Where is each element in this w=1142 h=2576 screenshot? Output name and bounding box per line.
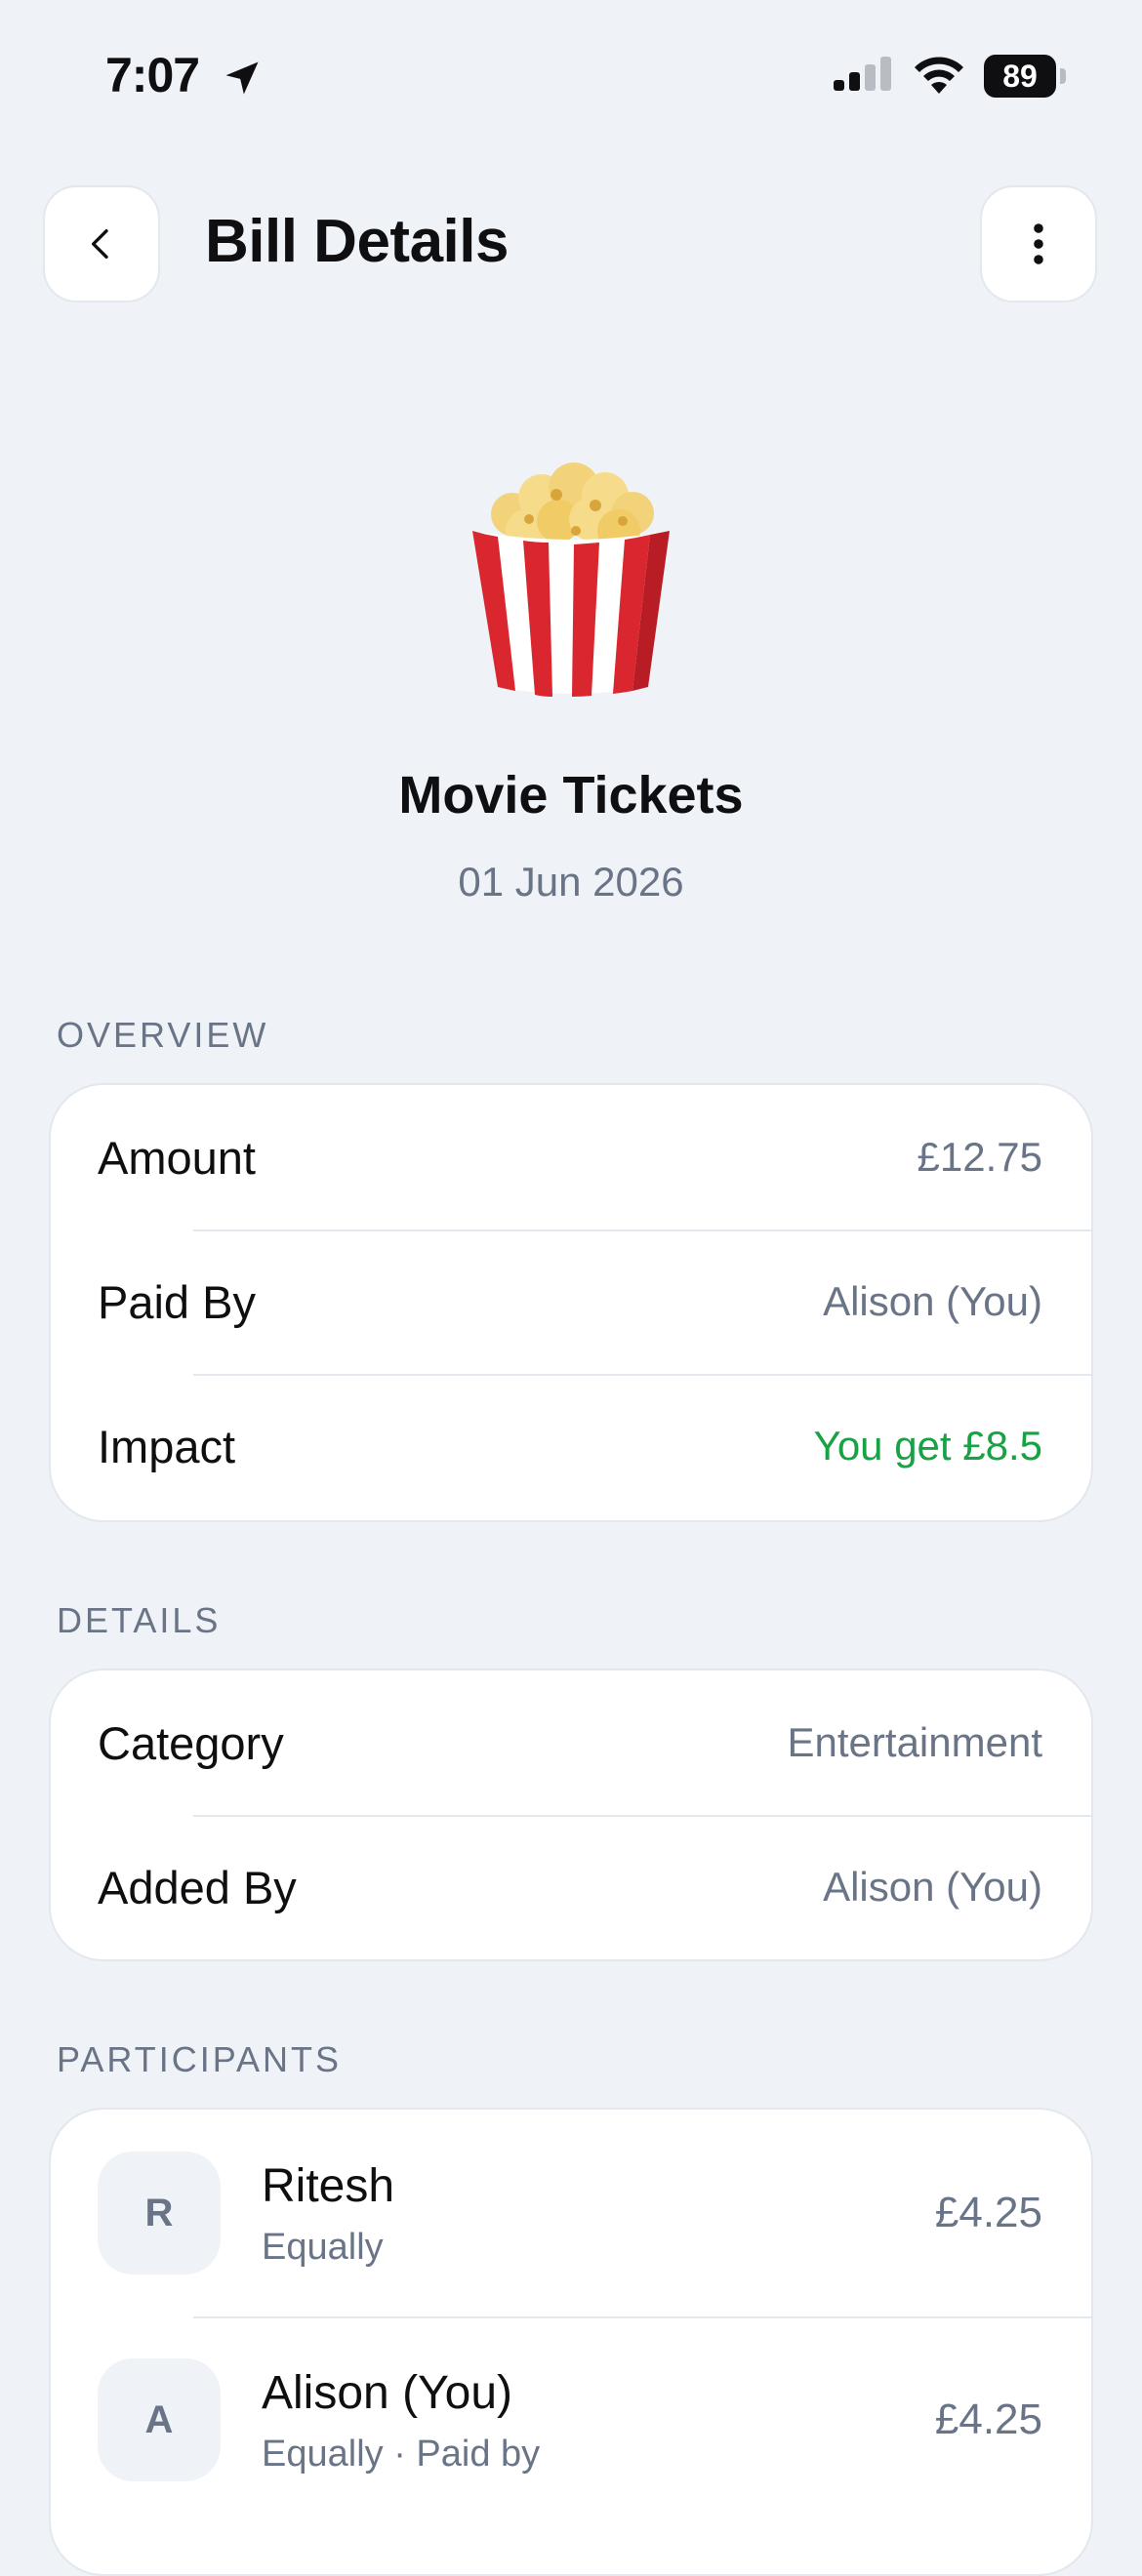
- amount-row: Amount £12.75: [51, 1085, 1091, 1229]
- participant-name: Alison (You): [262, 2366, 513, 2419]
- paid-by-row: Paid By Alison (You): [51, 1229, 1091, 1374]
- chevron-left-icon: [92, 229, 108, 259]
- impact-label: Impact: [98, 1420, 236, 1472]
- category-value: Entertainment: [787, 1719, 1042, 1765]
- status-bar: 7:07 89: [0, 0, 1142, 146]
- participant-row[interactable]: R Ritesh Equally £4.25: [51, 2110, 1091, 2316]
- more-options-button[interactable]: [980, 185, 1097, 302]
- participant-split: Equally: [262, 2226, 384, 2268]
- avatar: R: [98, 2152, 221, 2274]
- impact-row: Impact You get £8.5: [51, 1374, 1091, 1518]
- impact-value: You get £8.5: [813, 1423, 1042, 1469]
- details-card: Category Entertainment Added By Alison (…: [49, 1669, 1093, 1961]
- participant-amount: £4.25: [934, 2189, 1042, 2236]
- overview-section-label: OVERVIEW: [57, 1015, 269, 1055]
- amount-value: £12.75: [917, 1134, 1042, 1180]
- battery-tip: [1060, 68, 1066, 84]
- battery-icon: 89: [984, 55, 1066, 98]
- participants-card: R Ritesh Equally £4.25 A Alison (You) Eq…: [49, 2108, 1093, 2576]
- added-by-row: Added By Alison (You): [51, 1815, 1091, 1959]
- page-title: Bill Details: [205, 208, 510, 275]
- popcorn-icon: [472, 463, 670, 697]
- paid-by-label: Paid By: [98, 1275, 256, 1328]
- status-time: 7:07: [105, 48, 200, 102]
- paid-by-value: Alison (You): [823, 1278, 1042, 1324]
- bill-name: Movie Tickets: [398, 766, 744, 825]
- participant-amount: £4.25: [934, 2395, 1042, 2443]
- participant-info: Ritesh Equally: [262, 2158, 935, 2269]
- participant-split: Equally · Paid by: [262, 2433, 541, 2475]
- wifi-icon: [915, 57, 963, 94]
- avatar: A: [98, 2358, 221, 2481]
- participant-name: Ritesh: [262, 2159, 395, 2212]
- more-vertical-icon: [1034, 223, 1043, 264]
- location-arrow-icon: [225, 61, 259, 95]
- overview-card: Amount £12.75 Paid By Alison (You) Impac…: [49, 1083, 1093, 1522]
- added-by-label: Added By: [98, 1861, 297, 1913]
- participant-row[interactable]: A Alison (You) Equally · Paid by £4.25: [51, 2316, 1091, 2523]
- battery-level: 89: [984, 55, 1056, 98]
- participant-info: Alison (You) Equally · Paid by: [262, 2365, 935, 2475]
- cellular-signal-icon: [834, 57, 891, 91]
- back-button[interactable]: [43, 185, 160, 302]
- participants-section-label: PARTICIPANTS: [57, 2039, 343, 2079]
- category-row: Category Entertainment: [51, 1670, 1091, 1815]
- amount-label: Amount: [98, 1131, 256, 1184]
- category-label: Category: [98, 1716, 284, 1769]
- details-section-label: DETAILS: [57, 1600, 222, 1640]
- added-by-value: Alison (You): [823, 1864, 1042, 1910]
- bill-date: 01 Jun 2026: [458, 859, 684, 905]
